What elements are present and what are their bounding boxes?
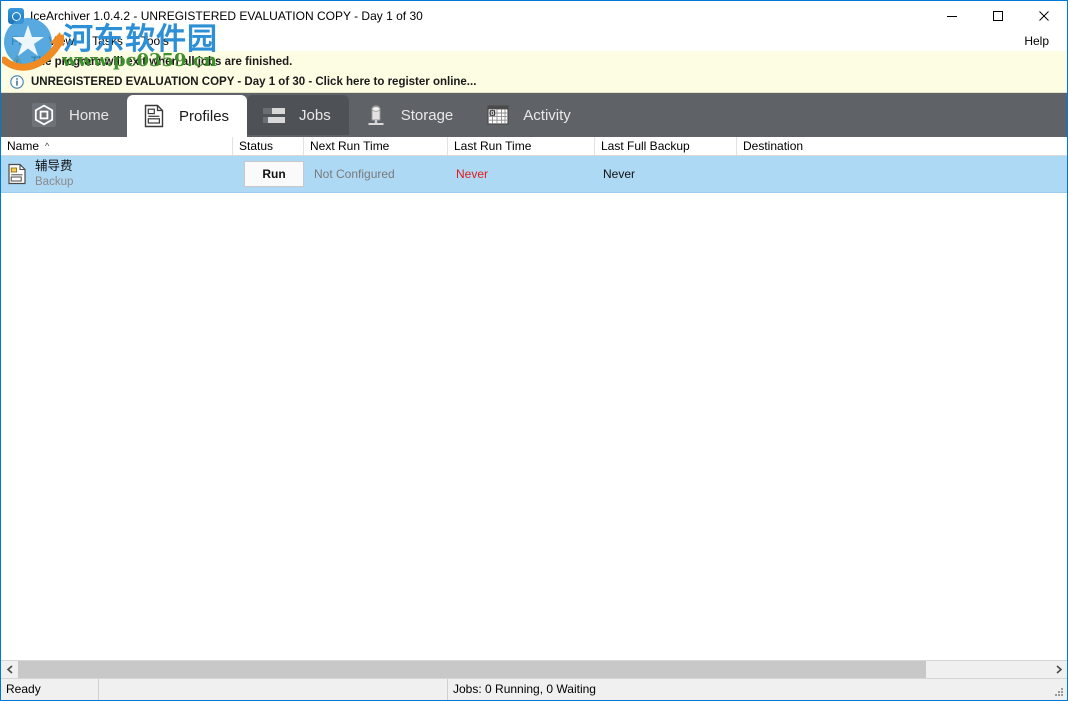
profiles-table: Name ^ Status Next Run Time Last Run Tim…	[1, 137, 1067, 660]
run-button[interactable]: Run	[244, 161, 304, 187]
menu-bar: File View Tasks Tools Help	[1, 31, 1067, 51]
menu-item-file[interactable]: File	[1, 31, 39, 51]
document-profiles-icon	[141, 103, 167, 129]
grid-activity-icon	[485, 102, 511, 128]
status-ready: Ready	[1, 679, 99, 700]
resize-grip-icon[interactable]	[1053, 686, 1065, 698]
column-header-next-run-time[interactable]: Next Run Time	[304, 137, 448, 155]
menu-item-help[interactable]: Help	[1024, 31, 1049, 51]
hexagon-home-icon	[31, 102, 57, 128]
window-controls	[929, 1, 1067, 31]
cell-next-run-time: Not Configured	[314, 167, 395, 181]
scrollbar-thumb[interactable]	[18, 661, 926, 678]
minimize-icon[interactable]	[929, 1, 975, 31]
cell-last-full-backup: Never	[603, 167, 636, 181]
tab-home-label: Home	[69, 106, 110, 124]
row-name: 辅导费	[35, 159, 73, 173]
sort-ascending-icon: ^	[45, 140, 50, 151]
table-row[interactable]: 辅导费 Backup Run Not Configured Never Neve…	[1, 156, 1067, 193]
close-icon[interactable]	[1021, 1, 1067, 31]
status-middle	[99, 679, 448, 700]
window-title: IceArchiver 1.0.4.2 - UNREGISTERED EVALU…	[30, 9, 423, 23]
cell-last-run-time: Never	[456, 167, 489, 181]
row-subtitle: Backup	[35, 175, 74, 188]
bars-jobs-icon	[261, 102, 287, 128]
cell-status: Run	[233, 156, 304, 192]
tab-profiles-label: Profiles	[179, 107, 230, 125]
warning-banner: The program will exit when all jobs are …	[1, 51, 1067, 72]
cell-destination	[737, 156, 1067, 192]
maximize-icon[interactable]	[975, 1, 1021, 31]
column-header-destination[interactable]: Destination	[737, 137, 1067, 155]
column-header-last-full-backup[interactable]: Last Full Backup	[595, 137, 737, 155]
column-header-last-run-time[interactable]: Last Run Time	[448, 137, 595, 155]
tab-storage[interactable]: Storage	[349, 93, 472, 137]
scrollbar-track[interactable]	[18, 661, 1050, 678]
application-window: IceArchiver 1.0.4.2 - UNREGISTERED EVALU…	[0, 0, 1068, 701]
chevron-right-icon[interactable]	[1050, 661, 1067, 678]
tab-activity[interactable]: Activity	[471, 93, 589, 137]
table-column-headers: Name ^ Status Next Run Time Last Run Tim…	[1, 137, 1067, 156]
tab-jobs-label: Jobs	[299, 106, 331, 124]
register-banner-text[interactable]: UNREGISTERED EVALUATION COPY - Day 1 of …	[31, 76, 476, 88]
tab-profiles[interactable]: Profiles	[127, 95, 248, 137]
status-bar: Ready Jobs: 0 Running, 0 Waiting	[1, 678, 1067, 700]
warning-icon	[9, 54, 25, 70]
tab-home[interactable]: Home	[17, 93, 127, 137]
main-toolbar: Home Profiles Jobs Storage Activity	[1, 93, 1067, 137]
cell-name[interactable]: 辅导费 Backup	[1, 156, 233, 192]
menu-item-tasks[interactable]: Tasks	[83, 31, 132, 51]
chevron-left-icon[interactable]	[1, 661, 18, 678]
app-logo-icon	[8, 8, 24, 24]
table-rows: 辅导费 Backup Run Not Configured Never Neve…	[1, 156, 1067, 660]
status-jobs: Jobs: 0 Running, 0 Waiting	[453, 682, 596, 696]
tab-jobs[interactable]: Jobs	[247, 95, 349, 135]
tab-activity-label: Activity	[523, 106, 571, 124]
title-bar: IceArchiver 1.0.4.2 - UNREGISTERED EVALU…	[1, 1, 1067, 31]
tank-storage-icon	[363, 102, 389, 128]
horizontal-scrollbar[interactable]	[1, 660, 1067, 678]
column-header-name[interactable]: Name ^	[1, 137, 233, 155]
menu-item-view[interactable]: View	[39, 31, 83, 51]
warning-banner-text: The program will exit when all jobs are …	[31, 55, 293, 68]
column-header-status[interactable]: Status	[233, 137, 304, 155]
info-icon	[9, 74, 25, 90]
column-header-name-label: Name	[7, 138, 40, 153]
profile-document-icon	[8, 163, 26, 185]
register-banner[interactable]: UNREGISTERED EVALUATION COPY - Day 1 of …	[1, 72, 1067, 93]
menu-item-tools[interactable]: Tools	[132, 31, 178, 51]
tab-storage-label: Storage	[400, 106, 454, 124]
